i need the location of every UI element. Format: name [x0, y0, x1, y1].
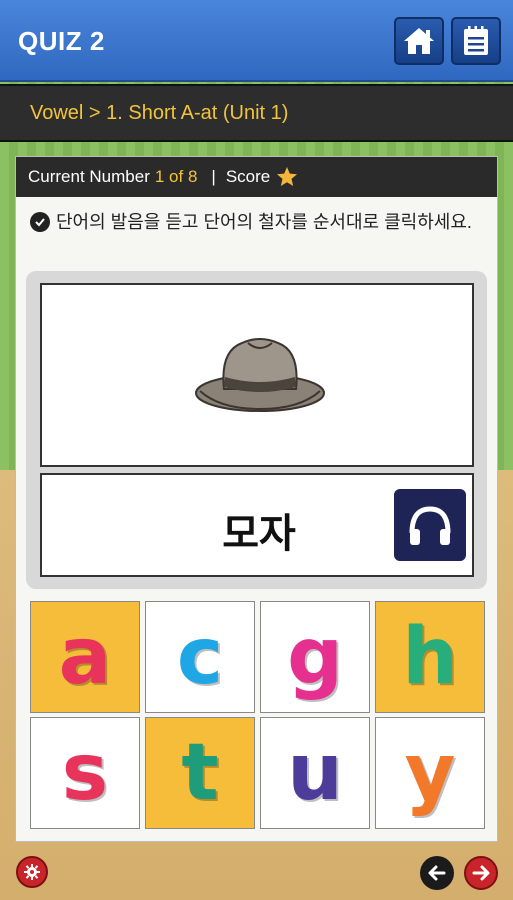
star-icon	[277, 167, 298, 186]
picture-box	[40, 283, 474, 467]
instruction-text: 단어의 발음을 듣고 단어의 철자를 순서대로 클릭하세요.	[56, 212, 472, 232]
letter-h: h	[402, 612, 458, 702]
app-header: QUIZ 2	[0, 0, 513, 82]
letter-tile-c[interactable]: c	[145, 601, 255, 713]
home-icon	[404, 28, 434, 54]
instruction: 단어의 발음을 듣고 단어의 철자를 순서대로 클릭하세요.	[30, 209, 480, 235]
letter-u: u	[287, 728, 343, 818]
settings-button[interactable]	[16, 856, 48, 888]
score-label: Score	[225, 167, 271, 186]
hat-image	[195, 338, 325, 412]
next-button[interactable]	[464, 856, 498, 890]
arrow-left-icon	[428, 865, 446, 881]
previous-button[interactable]	[420, 856, 454, 890]
breadcrumb-text: Vowel > 1. Short A-at (Unit 1)	[30, 102, 289, 124]
letter-tile-y[interactable]: y	[375, 717, 485, 829]
letter-tile-h[interactable]: h	[375, 601, 485, 713]
letter-g: g	[287, 612, 343, 702]
letter-tile-a[interactable]: a	[30, 601, 140, 713]
letter-grid: a c g h s t u y	[30, 601, 486, 831]
play-audio-button[interactable]	[394, 489, 466, 561]
status-bar: Current Number 1 of 8 | Score	[16, 157, 497, 197]
letter-tile-u[interactable]: u	[260, 717, 370, 829]
current-number-label: Current Number	[28, 167, 150, 186]
letter-s: s	[61, 728, 109, 818]
word-card: 모자	[26, 271, 487, 589]
notes-button[interactable]	[451, 17, 501, 65]
breadcrumb: Vowel > 1. Short A-at (Unit 1)	[0, 84, 513, 142]
current-number-value: 1 of 8	[154, 167, 198, 186]
letter-tile-g[interactable]: g	[260, 601, 370, 713]
letter-y: y	[404, 728, 456, 818]
status-separator: |	[211, 167, 216, 186]
letter-tile-s[interactable]: s	[30, 717, 140, 829]
letter-a: a	[58, 612, 112, 702]
arrow-right-icon	[472, 865, 490, 881]
word-box: 모자	[40, 473, 474, 577]
page-title: QUIZ 2	[18, 26, 105, 56]
headphones-icon	[409, 506, 451, 545]
letter-tile-t[interactable]: t	[145, 717, 255, 829]
check-circle-icon	[30, 212, 50, 232]
gear-icon	[24, 864, 40, 880]
quiz-panel: Current Number 1 of 8 | Score 단어의 발음을 듣고…	[15, 156, 498, 842]
notepad-icon	[464, 26, 488, 55]
letter-t: t	[181, 728, 219, 818]
letter-c: c	[176, 612, 224, 702]
home-button[interactable]	[394, 17, 444, 65]
